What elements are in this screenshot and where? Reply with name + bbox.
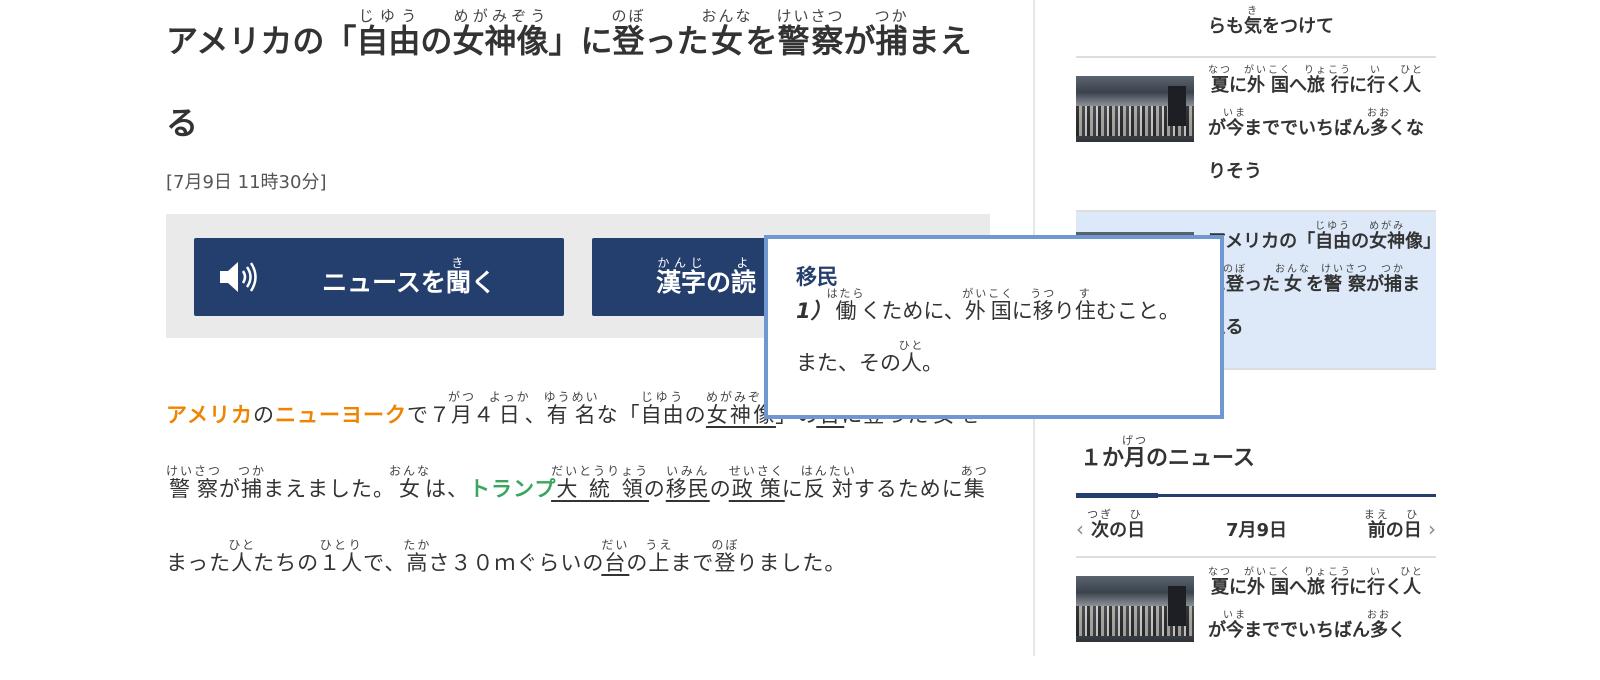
popup-definition: 1）働はたらくために、外国がいこくに移うつり住すむこと。また、その人ひと。 bbox=[796, 285, 1196, 389]
listen-news-label: ニュースを聞きく bbox=[322, 255, 496, 297]
next-day-label: 次つぎの日ひ bbox=[1087, 508, 1146, 541]
article-date: [7月9日 11時30分] bbox=[166, 172, 327, 193]
news-item-title: 夏なつに外国がいこくへ旅行りょこうに行いく人ひとが今いままででいちばん多おおくな… bbox=[1208, 65, 1424, 182]
news-list-item[interactable]: 夏なつに外国がいこくへ旅行りょこうに行いく人ひとが今いままででいちばん多おおく bbox=[1076, 560, 1436, 680]
previous-day-link[interactable]: 前まえの日ひ › bbox=[1364, 508, 1436, 542]
news-item-title: らも気きをつけて bbox=[1208, 6, 1334, 37]
month-news-heading: １か月げつのニュース bbox=[1080, 434, 1255, 471]
news-thumbnail bbox=[1076, 76, 1194, 142]
day-navigation: ‹ 次つぎの日ひ 7月9日 前まえの日ひ › bbox=[1076, 508, 1436, 558]
previous-day-label: 前まえの日ひ bbox=[1363, 508, 1422, 541]
chevron-left-icon: ‹ bbox=[1076, 517, 1084, 541]
listen-news-button[interactable]: ニュースを聞きく bbox=[194, 238, 564, 316]
kanji-reading-label: 漢字かんじの読よ bbox=[656, 255, 757, 297]
month-heading-accent bbox=[1076, 493, 1158, 498]
news-list-item[interactable]: 夏なつに外国がいこくへ旅行りょこうに行いく人ひとが今いままででいちばん多おおくな… bbox=[1076, 58, 1436, 212]
news-item-title: アメリカの「自由じゆうの女神めがみ像」に登のぼった女おんなを警察けいさつが捕つか… bbox=[1208, 221, 1433, 338]
next-day-link[interactable]: ‹ 次つぎの日ひ bbox=[1076, 508, 1145, 542]
current-date: 7月9日 bbox=[1226, 520, 1288, 541]
news-thumbnail bbox=[1076, 576, 1194, 642]
chevron-right-icon: › bbox=[1428, 517, 1436, 541]
speaker-icon bbox=[220, 262, 257, 292]
article-title: アメリカの「自由じゆうの女神像めがみぞう」に登のぼった女おんなを警察けいさつが捕… bbox=[166, 7, 972, 142]
news-list-item[interactable]: らも気きをつけて bbox=[1076, 0, 1436, 58]
definition-text: 働はたらくために、外国がいこくに移うつり住すむこと。また、その人ひと。 bbox=[796, 287, 1180, 375]
dictionary-popup: 移民 1）働はたらくために、外国がいこくに移うつり住すむこと。また、その人ひと。 bbox=[764, 235, 1224, 419]
news-item-title: 夏なつに外国がいこくへ旅行りょこうに行いく人ひとが今いままででいちばん多おおく bbox=[1208, 567, 1424, 641]
